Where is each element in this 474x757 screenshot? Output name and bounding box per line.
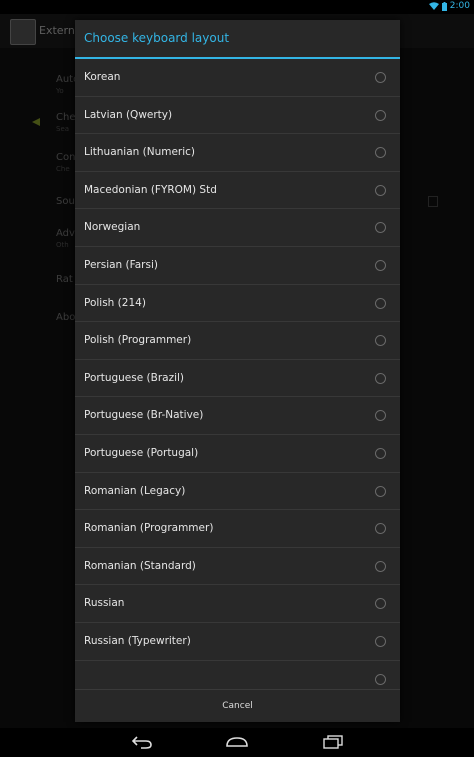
- option-label: Korean: [84, 71, 121, 83]
- option-label: Portuguese (Portugal): [84, 446, 199, 459]
- radio-button[interactable]: [375, 335, 386, 347]
- radio-button[interactable]: [375, 109, 386, 121]
- radio-button[interactable]: [375, 147, 386, 159]
- option-item[interactable]: Macedonian (FYROM) Std: [75, 172, 400, 210]
- radio-button[interactable]: [375, 72, 386, 83]
- radio-button[interactable]: [375, 410, 386, 422]
- home-icon: [226, 737, 248, 747]
- option-item[interactable]: Norwegian: [75, 209, 400, 247]
- option-item[interactable]: Portuguese (Br-Native): [75, 397, 400, 435]
- battery-icon: [441, 1, 447, 11]
- option-label: Portuguese (Brazil): [84, 371, 185, 384]
- dialog-footer: Cancel: [75, 689, 400, 722]
- radio-button[interactable]: [375, 297, 386, 309]
- radio-button[interactable]: [375, 222, 386, 234]
- option-item[interactable]: Persian (Farsi): [75, 247, 400, 285]
- radio-button[interactable]: [375, 560, 386, 572]
- option-label: Persian (Farsi): [84, 258, 158, 271]
- home-button[interactable]: [222, 732, 252, 752]
- radio-button[interactable]: [375, 184, 386, 196]
- option-item[interactable]: Latvian (Qwerty): [75, 97, 400, 135]
- screen: 2:00 Externe Auto Yo Che Sea Con Che Sou…: [0, 0, 474, 757]
- option-label: Russian (Typewriter): [84, 634, 191, 647]
- option-item[interactable]: Romanian (Legacy): [75, 473, 400, 511]
- option-label: Romanian (Standard): [84, 559, 196, 572]
- wifi-icon: [428, 2, 439, 10]
- recents-button[interactable]: [318, 732, 348, 752]
- option-label: Polish (Programmer): [84, 334, 192, 347]
- option-label: Lithuanian (Numeric): [84, 146, 196, 159]
- radio-button[interactable]: [375, 447, 386, 459]
- status-bar: 2:00: [0, 0, 474, 14]
- option-label: Latvian (Qwerty): [84, 108, 173, 121]
- option-item[interactable]: Lithuanian (Numeric): [75, 134, 400, 172]
- option-item[interactable]: [75, 661, 400, 690]
- recents-icon: [323, 735, 343, 749]
- option-item[interactable]: Polish (Programmer): [75, 322, 400, 360]
- option-item[interactable]: Korean: [75, 59, 400, 97]
- cancel-button[interactable]: Cancel: [75, 690, 400, 722]
- dialog-title: Choose keyboard layout: [75, 20, 400, 59]
- radio-button[interactable]: [375, 523, 386, 535]
- option-item[interactable]: Polish (214): [75, 285, 400, 323]
- radio-button[interactable]: [375, 673, 386, 685]
- option-item[interactable]: Romanian (Programmer): [75, 510, 400, 548]
- layout-options-list[interactable]: Korean Latvian (Qwerty) Lithuanian (Nume…: [75, 59, 400, 689]
- radio-button[interactable]: [375, 598, 386, 610]
- option-item[interactable]: Russian (Typewriter): [75, 623, 400, 661]
- navigation-bar: [0, 728, 474, 757]
- option-label: Norwegian: [84, 221, 141, 234]
- status-icons: 2:00: [428, 1, 470, 11]
- option-item[interactable]: Portuguese (Portugal): [75, 435, 400, 473]
- back-button[interactable]: [127, 732, 157, 752]
- option-label: Polish (214): [84, 296, 146, 309]
- radio-button[interactable]: [375, 635, 386, 647]
- radio-button[interactable]: [375, 485, 386, 497]
- option-label: Portuguese (Br-Native): [84, 409, 204, 422]
- option-label: Macedonian (FYROM) Std: [84, 183, 217, 196]
- radio-button[interactable]: [375, 372, 386, 384]
- option-item[interactable]: Romanian (Standard): [75, 548, 400, 586]
- option-item[interactable]: Portuguese (Brazil): [75, 360, 400, 398]
- status-time: 2:00: [449, 1, 470, 11]
- option-label: Romanian (Programmer): [84, 522, 214, 535]
- back-icon: [131, 736, 152, 749]
- keyboard-layout-dialog: Choose keyboard layout Korean Latvian (Q…: [75, 20, 400, 722]
- radio-button[interactable]: [375, 259, 386, 271]
- option-label: Russian: [84, 597, 125, 610]
- option-label: Romanian (Legacy): [84, 484, 186, 497]
- option-item[interactable]: Russian: [75, 585, 400, 623]
